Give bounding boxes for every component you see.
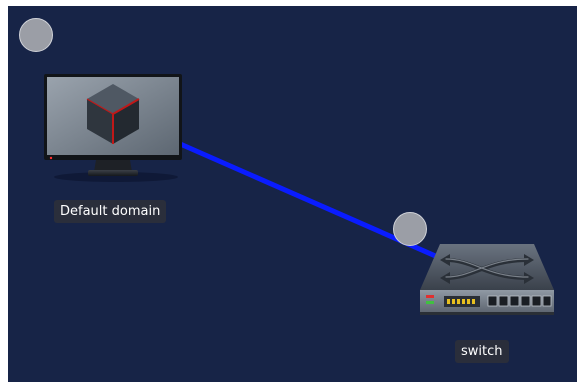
node-status-indicator[interactable] <box>393 212 427 246</box>
topology-canvas[interactable]: Default domain switch <box>8 6 577 382</box>
node-label: switch <box>455 340 509 363</box>
link-domain-to-switch[interactable] <box>8 6 577 382</box>
node-status-indicator[interactable] <box>19 18 53 52</box>
network-switch-icon[interactable] <box>416 238 558 324</box>
node-label: Default domain <box>54 200 167 223</box>
monitor-vm-icon[interactable] <box>44 74 184 188</box>
